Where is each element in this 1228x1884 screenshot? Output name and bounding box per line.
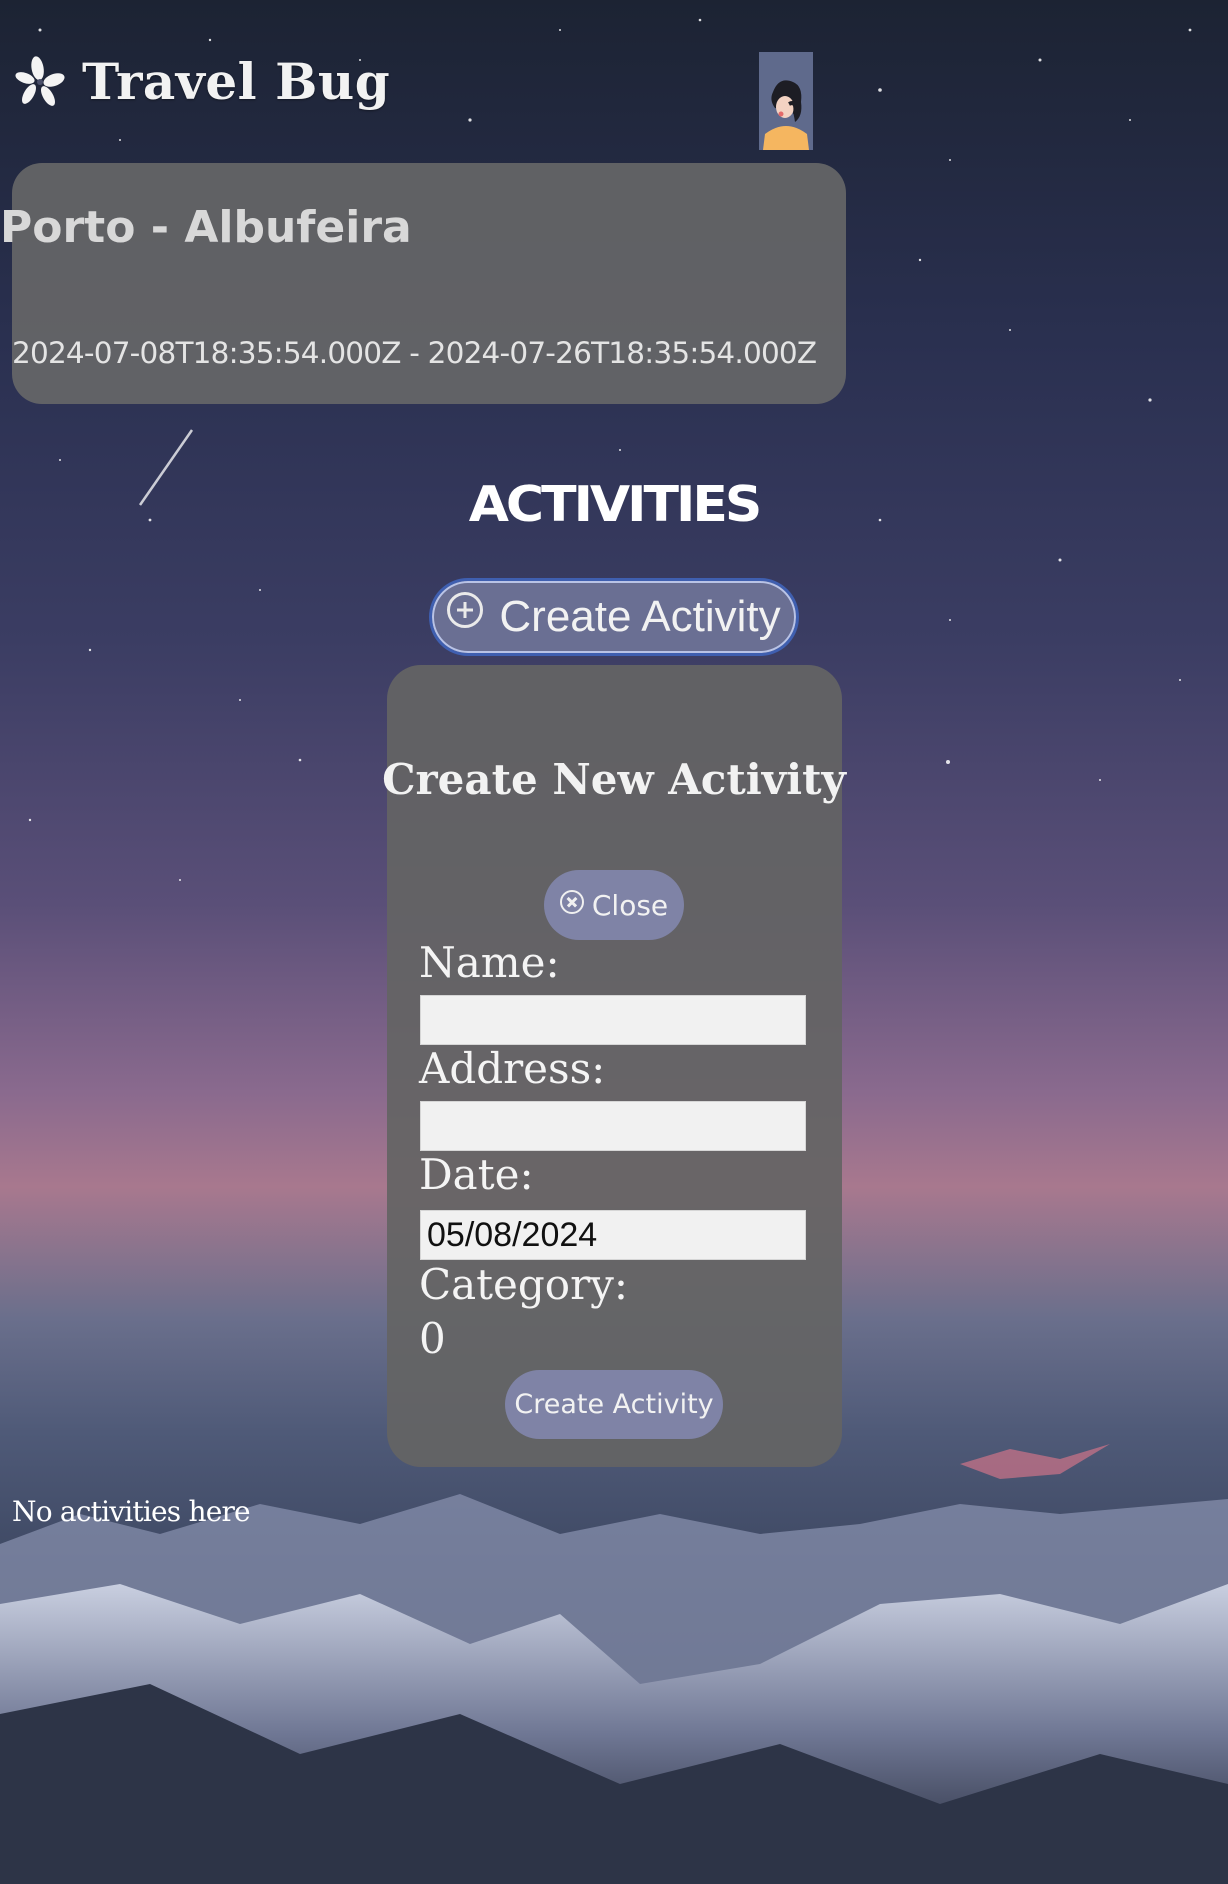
- date-label: Date:: [419, 1150, 534, 1199]
- modal-title: Create New Activity: [382, 755, 846, 804]
- plus-circle-icon: [447, 592, 484, 628]
- close-button-label: Close: [591, 888, 669, 922]
- submit-create-activity-button[interactable]: Create Activity: [505, 1370, 723, 1439]
- date-input[interactable]: 05/08/2024: [420, 1210, 806, 1260]
- create-activity-button-label: Create Activity: [499, 592, 781, 641]
- category-label: Category:: [419, 1260, 629, 1309]
- avatar-illustration-icon: [759, 52, 813, 150]
- name-label: Name:: [419, 938, 560, 987]
- trip-dates: 2024-07-08T18:35:54.000Z - 2024-07-26T18…: [12, 336, 817, 370]
- category-value[interactable]: 0: [419, 1314, 446, 1363]
- address-label: Address:: [419, 1044, 606, 1093]
- user-avatar[interactable]: [759, 52, 813, 150]
- close-button[interactable]: Close: [544, 870, 684, 940]
- close-circle-icon: [559, 890, 584, 914]
- name-input[interactable]: [420, 995, 806, 1045]
- create-activity-button[interactable]: Create Activity: [429, 578, 799, 656]
- brand[interactable]: Travel Bug: [12, 52, 390, 111]
- address-input[interactable]: [420, 1101, 806, 1151]
- empty-activities-message: No activities here: [12, 1495, 251, 1528]
- trip-title: Porto - Albufeira: [0, 202, 412, 253]
- flower-icon: [15, 55, 65, 106]
- brand-title: Travel Bug: [82, 52, 391, 111]
- activities-heading: ACTIVITIES: [468, 476, 763, 534]
